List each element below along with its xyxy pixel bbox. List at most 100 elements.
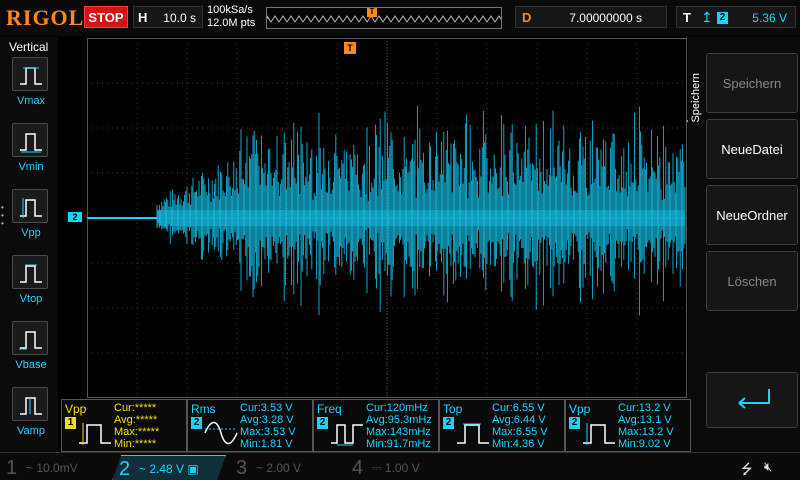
measurement-values: Cur:120mHz Avg:95.3mHz Max:143mHz Min:91… (366, 402, 434, 450)
measure-label: Vbase (15, 359, 47, 371)
coupling-dc-icon: ⎓ (372, 461, 382, 475)
measure-vmin-button[interactable]: Vmin (12, 123, 50, 185)
measurement-vpp-ch2[interactable]: Vpp 2 Cur:13.2 V Avg:13.1 V Max:13.2 V M… (565, 399, 691, 452)
measure-label: Vpp (21, 227, 41, 239)
rms-sine-icon (204, 421, 238, 445)
coupling-ac-icon: ~ (256, 461, 264, 475)
max-value: Max:13.2 V (618, 426, 674, 438)
cur-value: Cur:***** (114, 402, 157, 414)
measurement-vpp-ch1[interactable]: Vpp 1 Cur:***** Avg:***** Max:***** Min:… (61, 399, 187, 452)
trigger-level-value: 5.36 V (752, 11, 787, 25)
channel-badge: 2 (443, 417, 454, 429)
measure-vamp-button[interactable]: Vamp (12, 387, 50, 449)
channel-settings: ~ 2.48 V ▣ (139, 462, 199, 476)
rising-edge-icon: ↥ (701, 9, 713, 25)
channel-3-tab[interactable]: 3 ~ 2.00 V (230, 455, 342, 480)
channel-2-offset-marker[interactable]: 2 (68, 212, 82, 222)
vmin-pulse-icon (12, 123, 48, 157)
usb-icon: ⭍ (741, 461, 753, 477)
measurement-name: Vpp (569, 402, 591, 416)
new-file-button[interactable]: NeueDatei (706, 119, 798, 179)
channel-scale: 2.48 V (149, 462, 185, 476)
memory-overview-waveform (267, 15, 501, 23)
measure-vbase-button[interactable]: Vbase (12, 321, 50, 383)
channel-1-tab[interactable]: 1 ~ 10.0mV (0, 455, 112, 480)
channel-2-tab[interactable]: 2 ~ 2.48 V ▣ (112, 455, 226, 480)
channel-number: 2 (119, 458, 131, 480)
trigger-display[interactable]: T ↥ 2 5.36 V (676, 6, 796, 28)
trigger-position-marker[interactable]: T (344, 42, 356, 54)
measurement-top-ch2[interactable]: Top 2 Cur:6.55 V Avg:6.44 V Max:6.55 V M… (439, 399, 565, 452)
measurement-name: Top (443, 402, 463, 416)
trigger-label: T (683, 10, 691, 25)
vpp-pulse-icon (583, 423, 615, 445)
measurement-name: Freq (317, 402, 342, 416)
cur-value: Cur:6.55 V (492, 402, 545, 414)
menu-title: Speichern (690, 73, 702, 123)
max-value: Max:143mHz (366, 426, 431, 438)
top-pulse-icon (457, 423, 489, 444)
avg-value: Avg:3.28 V (240, 414, 294, 426)
min-value: Min:4.36 V (492, 438, 545, 450)
measurement-name: Vpp (65, 402, 87, 416)
measurement-values: Cur:3.53 V Avg:3.28 V Max:3.53 V Min:1.8… (240, 402, 308, 450)
waveform-display[interactable] (87, 38, 687, 398)
vtop-pulse-icon (12, 255, 48, 289)
timebase-display[interactable]: H 10.0 s (133, 6, 203, 28)
measure-label: Vamp (17, 425, 45, 437)
channel-badge: 2 (569, 417, 580, 429)
vpp-pulse-icon (79, 423, 111, 445)
measurement-rms-ch2[interactable]: Rms 2 Cur:3.53 V Avg:3.28 V Max:3.53 V M… (187, 399, 313, 452)
waveform-core-band (157, 210, 685, 226)
min-value: Min:9.02 V (618, 438, 671, 450)
channel-number: 1 (6, 457, 18, 479)
measurement-values: Cur:13.2 V Avg:13.1 V Max:13.2 V Min:9.0… (618, 402, 686, 450)
coupling-ac-icon: ~ (26, 461, 34, 475)
measure-label: Vmin (18, 161, 44, 173)
delay-display[interactable]: D 7.00000000 s (515, 6, 667, 28)
memory-overview-bar: T (266, 7, 502, 29)
cur-value: Cur:120mHz (366, 402, 428, 414)
channel-settings: ~ 2.00 V (256, 461, 301, 475)
timebase-label: H (138, 10, 148, 25)
cur-value: Cur:13.2 V (618, 402, 671, 414)
avg-value: Avg:95.3mHz (366, 414, 432, 426)
vpp-pulse-icon (12, 189, 48, 223)
measure-vpp-button[interactable]: Vpp (12, 189, 50, 251)
measurement-freq-ch2[interactable]: Freq 2 Cur:120mHz Avg:95.3mHz Max:143mHz… (313, 399, 439, 452)
channel-4-tab[interactable]: 4 ⎓ 1.00 V (346, 455, 458, 480)
overview-trigger-marker: T (367, 8, 377, 17)
measure-vmax-button[interactable]: Vmax (12, 57, 50, 119)
channel-settings: ~ 10.0mV (26, 461, 78, 475)
max-value: Max:3.53 V (240, 426, 296, 438)
avg-value: Avg:***** (114, 414, 158, 426)
avg-value: Avg:6.44 V (492, 414, 546, 426)
menu-title: Vertical (9, 40, 49, 54)
channel-scale: 2.00 V (266, 461, 302, 475)
delete-button[interactable]: Löschen (706, 251, 798, 311)
run-stop-indicator[interactable]: STOP (84, 6, 128, 28)
save-button[interactable]: Speichern (706, 53, 798, 113)
page-dots-icon: • • • (1, 203, 4, 228)
trigger-source-badge: 2 (717, 12, 728, 24)
enter-button[interactable] (706, 372, 798, 428)
enter-arrow-icon (738, 389, 770, 409)
channel-badge: 2 (317, 417, 328, 429)
channel-number: 4 (352, 457, 364, 479)
sample-rate: 100kSa/s (207, 4, 253, 16)
save-softkey-menu: Speichern Speichern NeueDatei NeueOrdner… (688, 37, 800, 452)
new-folder-button[interactable]: NeueOrdner (706, 185, 798, 245)
measurement-values: Cur:6.55 V Avg:6.44 V Max:6.55 V Min:4.3… (492, 402, 560, 450)
mute-icon[interactable]: 🔇︎ (764, 459, 772, 475)
measurement-values: Cur:***** Avg:***** Max:***** Min:***** (114, 402, 182, 450)
channel-status-bar: 1 ~ 10.0mV 2 ~ 2.48 V ▣ 3 ~ 2.00 V 4 ⎓ 1… (0, 452, 800, 480)
memory-depth: 12.0M pts (207, 17, 256, 29)
max-value: Max:6.55 V (492, 426, 548, 438)
vmax-pulse-icon (12, 57, 48, 91)
measure-vtop-button[interactable]: Vtop (12, 255, 50, 317)
avg-value: Avg:13.1 V (618, 414, 672, 426)
min-value: Min:***** (114, 438, 157, 450)
delay-value: 7.00000000 s (569, 11, 642, 25)
channel-badge: 1 (65, 417, 76, 429)
measurement-panel: Vpp 1 Cur:***** Avg:***** Max:***** Min:… (58, 399, 691, 452)
